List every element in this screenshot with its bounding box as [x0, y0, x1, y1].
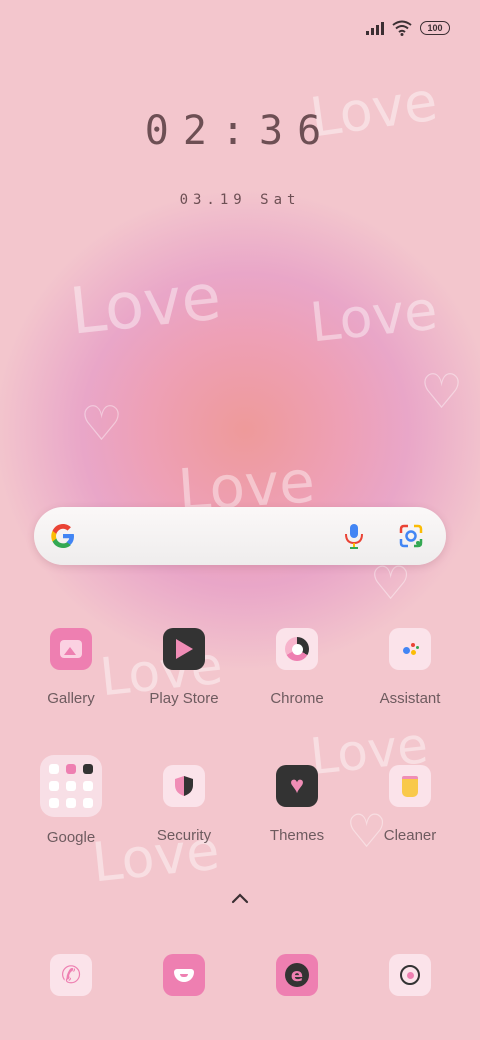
play-store-icon — [163, 628, 205, 670]
google-search-bar[interactable] — [34, 507, 446, 565]
app-gallery[interactable]: Gallery — [15, 628, 127, 707]
clock-widget[interactable]: 02:36 — [0, 108, 480, 154]
app-label: Assistant — [379, 690, 441, 707]
date-label: 03.19 Sat — [179, 192, 301, 208]
wallpaper-heart-icon: ♡ — [80, 396, 124, 452]
app-label: Security — [156, 827, 212, 844]
wallpaper-love-text: Love — [66, 260, 225, 350]
google-logo-icon — [51, 524, 74, 548]
app-assistant[interactable]: Assistant — [354, 628, 466, 707]
wallpaper-heart-icon: ♡ — [420, 364, 464, 420]
camera-icon[interactable] — [389, 954, 431, 996]
themes-icon: ♥ — [276, 765, 318, 807]
assistant-icon — [389, 628, 431, 670]
microphone-icon[interactable] — [342, 522, 366, 550]
app-google-folder[interactable]: Google — [15, 755, 127, 846]
app-label: Themes — [269, 827, 325, 844]
chrome-icon — [276, 628, 318, 670]
phone-icon[interactable]: ✆ — [50, 954, 92, 996]
cleaner-icon — [389, 765, 431, 807]
app-play-store[interactable]: Play Store — [128, 628, 240, 707]
messages-icon[interactable] — [163, 954, 205, 996]
app-cleaner[interactable]: Cleaner — [354, 765, 466, 844]
chevron-up-icon[interactable] — [230, 892, 250, 904]
app-label: Google — [46, 829, 96, 846]
wallpaper-love-text: Love — [307, 278, 441, 355]
google-folder-icon — [40, 755, 102, 817]
app-label: Chrome — [270, 690, 324, 707]
app-label: Gallery — [47, 690, 95, 707]
security-icon — [163, 765, 205, 807]
status-bar: 100 — [366, 14, 450, 42]
wifi-icon — [392, 20, 412, 36]
gallery-icon — [50, 628, 92, 670]
app-chrome[interactable]: Chrome — [241, 628, 353, 707]
google-lens-icon[interactable] — [398, 523, 424, 549]
app-label: Cleaner — [383, 827, 437, 844]
app-security[interactable]: Security — [128, 765, 240, 844]
app-label: Play Store — [149, 690, 219, 707]
battery-indicator: 100 — [420, 21, 450, 35]
signal-icon — [366, 21, 384, 35]
browser-icon[interactable]: e — [276, 954, 318, 996]
app-themes[interactable]: ♥ Themes — [241, 765, 353, 844]
